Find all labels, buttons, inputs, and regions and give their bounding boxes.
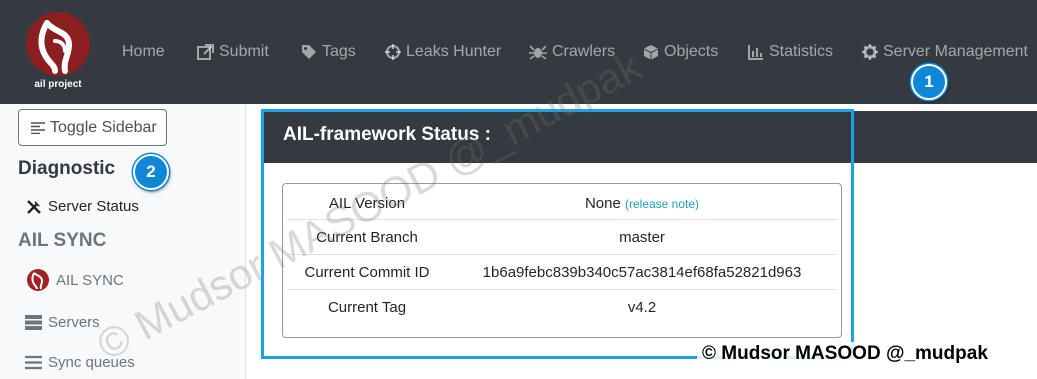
cube-icon	[644, 45, 658, 60]
diagnostic-heading: Diagnostic	[18, 158, 116, 179]
align-left-icon	[31, 121, 45, 134]
annotation-badge-2: 2	[133, 154, 169, 190]
nav-tags[interactable]: Tags	[301, 41, 356, 63]
ail-logo[interactable]: ail project	[25, 11, 91, 91]
ail-sync-heading: AIL SYNC	[18, 230, 107, 251]
top-navbar: ail project Home Submit Tags Leaks Hunte…	[0, 0, 1037, 104]
nav-server-management-label: Server Management	[883, 43, 1028, 60]
nav-home[interactable]: Home	[122, 41, 165, 63]
logo-text: ail project	[34, 79, 82, 90]
highlight-box	[261, 109, 854, 359]
nav-tags-label: Tags	[322, 43, 356, 60]
ail-logo-icon	[26, 12, 90, 76]
sidebar-item-servers-label: Servers	[48, 314, 100, 331]
nav-submit-label: Submit	[219, 43, 269, 60]
spider-icon	[529, 45, 547, 60]
nav-submit[interactable]: Submit	[197, 41, 269, 63]
nav-server-management[interactable]: Server Management	[862, 41, 1028, 63]
nav-crawlers-label: Crawlers	[552, 43, 616, 60]
gear-icon	[862, 44, 878, 60]
sidebar-item-ail-sync[interactable]: AIL SYNC	[26, 268, 124, 292]
nav-home-label: Home	[122, 43, 165, 60]
nav-statistics[interactable]: Statistics	[748, 41, 833, 63]
toggle-sidebar-button[interactable]: Toggle Sidebar	[18, 109, 167, 146]
nav-leaks-hunter[interactable]: Leaks Hunter	[385, 41, 501, 63]
tag-icon	[302, 45, 316, 59]
copyright-text: © Mudsor MASOOD @_mudpak	[702, 343, 988, 364]
list-icon	[25, 355, 42, 370]
external-link-icon	[197, 44, 214, 60]
crosshairs-icon	[385, 44, 401, 60]
sidebar-item-sync-queues[interactable]: Sync queues	[25, 354, 135, 371]
toggle-sidebar-label: Toggle Sidebar	[50, 118, 157, 136]
sidebar-item-server-status-label: Server Status	[48, 198, 139, 215]
nav-objects-label: Objects	[664, 43, 719, 60]
nav-objects[interactable]: Objects	[643, 41, 718, 63]
nav-crawlers[interactable]: Crawlers	[529, 41, 615, 63]
server-icon	[25, 315, 42, 330]
sidebar-item-sync-queues-label: Sync queues	[48, 354, 135, 371]
sidebar-item-ail-sync-label: AIL SYNC	[56, 271, 124, 289]
tools-icon	[27, 199, 41, 214]
sidebar: Toggle Sidebar Diagnostic Server Status …	[0, 104, 246, 379]
ail-logo-small-icon	[27, 269, 49, 291]
bar-chart-icon	[748, 45, 763, 60]
nav-leaks-hunter-label: Leaks Hunter	[406, 43, 502, 60]
annotation-badge-1: 1	[911, 64, 947, 100]
page: ail project Home Submit Tags Leaks Hunte…	[0, 0, 1037, 379]
nav-statistics-label: Statistics	[769, 43, 834, 60]
sidebar-item-servers[interactable]: Servers	[25, 314, 100, 331]
sidebar-item-server-status[interactable]: Server Status	[26, 198, 139, 215]
